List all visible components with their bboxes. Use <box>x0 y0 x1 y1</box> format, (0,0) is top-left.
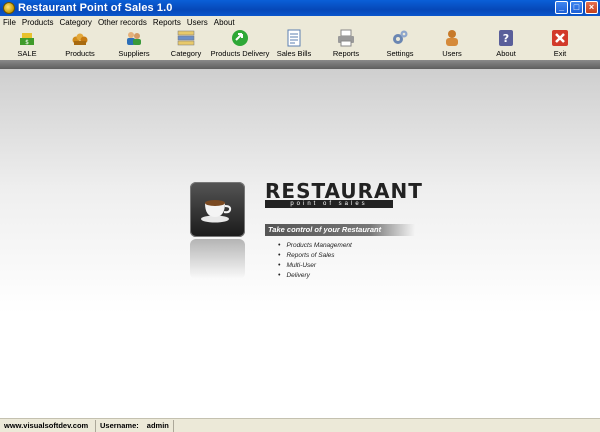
sale-button[interactable]: $ SALE <box>8 28 46 60</box>
status-bar: www.visualsoftdev.com Username: admin <box>0 418 600 432</box>
feature-text: Reports of Sales <box>286 252 335 259</box>
suppliers-label: Suppliers <box>118 49 150 58</box>
delivery-icon <box>231 29 249 47</box>
coffee-cup-icon <box>201 200 232 223</box>
list-item: • Multi-User <box>278 261 352 271</box>
tagline: Take control of your Restaurant <box>268 225 382 234</box>
window-controls: _ □ × <box>555 1 598 14</box>
settings-label: Settings <box>386 49 414 58</box>
coffee-cup-logo <box>190 182 245 237</box>
app-icon <box>3 2 15 14</box>
menu-users[interactable]: Users <box>187 18 208 27</box>
bullet-icon: • <box>278 252 281 259</box>
feature-text: Delivery <box>286 272 310 279</box>
feature-list: • Products Management • Reports of Sales •… <box>278 241 352 281</box>
products-button[interactable]: Products <box>60 28 100 60</box>
about-button[interactable]: ? About <box>488 28 524 60</box>
title-bar[interactable]: Restaurant Point of Sales 1.0 _ □ × <box>0 0 600 16</box>
sale-label: SALE <box>17 49 37 58</box>
about-label: About <box>496 49 516 58</box>
sales-bills-icon <box>285 29 303 47</box>
bullet-icon: • <box>278 242 281 249</box>
category-button[interactable]: Category <box>166 28 206 60</box>
users-label: Users <box>442 49 462 58</box>
svg-text:$: $ <box>25 39 29 46</box>
menu-other-records[interactable]: Other records <box>98 18 147 27</box>
exit-icon <box>551 29 569 47</box>
category-icon <box>177 29 195 47</box>
suppliers-icon <box>125 29 143 47</box>
category-label: Category <box>170 49 202 58</box>
menu-about[interactable]: About <box>214 18 235 27</box>
about-icon: ? <box>497 29 515 47</box>
menu-reports[interactable]: Reports <box>153 18 181 27</box>
toolbar-separator <box>0 60 600 69</box>
reports-button[interactable]: Reports <box>326 28 366 60</box>
svg-text:?: ? <box>503 32 509 45</box>
close-button[interactable]: × <box>585 1 598 14</box>
exit-label: Exit <box>553 49 567 58</box>
minimize-button[interactable]: _ <box>555 1 568 14</box>
menu-file[interactable]: File <box>3 18 16 27</box>
brand-subtitle: point of sales <box>265 200 393 208</box>
feature-text: Products Management <box>286 242 352 249</box>
users-icon <box>443 29 461 47</box>
settings-button[interactable]: Settings <box>380 28 420 60</box>
products-delivery-button[interactable]: Products Delivery <box>210 28 270 60</box>
products-label: Products <box>65 49 95 58</box>
menu-bar: File Products Category Other records Rep… <box>0 16 600 28</box>
sale-icon: $ <box>18 29 36 47</box>
reports-label: Reports <box>332 49 360 58</box>
list-item: • Delivery <box>278 271 352 281</box>
sales-bills-label: Sales Bills <box>276 49 312 58</box>
maximize-button[interactable]: □ <box>570 1 583 14</box>
status-username: admin <box>143 419 174 432</box>
sales-bills-button[interactable]: Sales Bills <box>274 28 314 60</box>
menu-products[interactable]: Products <box>22 18 54 27</box>
products-delivery-label: Products Delivery <box>210 49 270 58</box>
main-area: RESTAURANT point of sales Take control o… <box>0 69 600 418</box>
bullet-icon: • <box>278 272 281 279</box>
window-title: Restaurant Point of Sales 1.0 <box>18 2 173 14</box>
list-item: • Reports of Sales <box>278 251 352 261</box>
status-website: www.visualsoftdev.com <box>0 419 96 432</box>
settings-icon <box>391 29 409 47</box>
exit-button[interactable]: Exit <box>542 28 578 60</box>
status-username-label: Username: <box>100 420 139 430</box>
list-item: • Products Management <box>278 241 352 251</box>
menu-category[interactable]: Category <box>59 18 91 27</box>
reports-icon <box>337 29 355 47</box>
products-icon <box>71 29 89 47</box>
feature-text: Multi-User <box>286 262 317 269</box>
logo-reflection <box>190 239 245 279</box>
suppliers-button[interactable]: Suppliers <box>114 28 154 60</box>
toolbar: $ SALE Products Suppliers Category Produ… <box>0 28 600 60</box>
bullet-icon: • <box>278 262 281 269</box>
users-button[interactable]: Users <box>434 28 470 60</box>
